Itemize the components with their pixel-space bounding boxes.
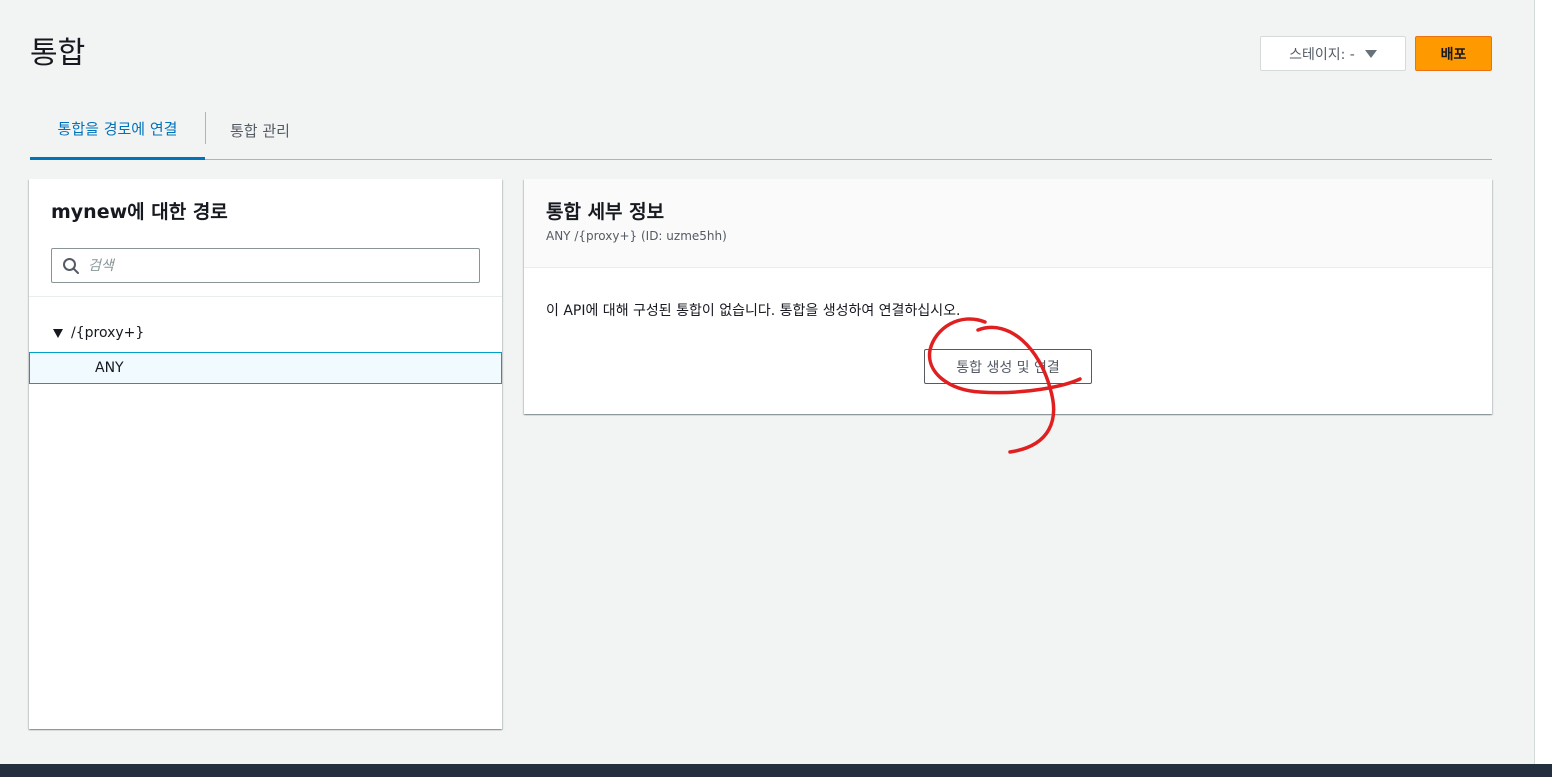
tab-attach-integration[interactable]: 통합을 경로에 연결 [30,100,205,160]
routes-panel-title: mynew에 대한 경로 [51,201,228,223]
console-footer [0,764,1552,777]
tab-manage-integrations[interactable]: 통합 관리 [230,100,290,160]
search-input[interactable] [88,257,448,274]
tab-divider [205,112,206,144]
route-search[interactable] [51,248,480,283]
stage-select[interactable]: 스테이지: - [1260,36,1406,71]
routes-panel: mynew에 대한 경로 /{proxy+} ANY [29,179,502,729]
stage-select-label: 스테이지: - [1289,46,1355,63]
caret-down-icon [1364,49,1377,58]
routes-panel-header: mynew에 대한 경로 [29,179,502,297]
integration-details-header: 통합 세부 정보 ANY /{proxy+} (ID: uzme5hh) [524,179,1492,268]
search-icon [63,257,79,274]
deploy-button[interactable]: 배포 [1415,36,1492,71]
window-right-edge [1534,0,1552,777]
route-method-any[interactable]: ANY [29,352,502,384]
empty-state-message: 이 API에 대해 구성된 통합이 없습니다. 통합을 생성하여 연결하십시오. [546,303,961,319]
integration-details-subtitle: ANY /{proxy+} (ID: uzme5hh) [546,229,727,243]
route-method-label: ANY [95,360,124,376]
integration-details-panel: 통합 세부 정보 ANY /{proxy+} (ID: uzme5hh) 이 A… [524,179,1492,414]
route-tree-node-proxy[interactable]: /{proxy+} [53,325,144,341]
tab-bar: 통합을 경로에 연결 통합 관리 [30,100,1492,160]
expand-caret-icon[interactable] [53,328,63,338]
page-title: 통합 [30,36,86,71]
integration-details-title: 통합 세부 정보 [546,201,665,223]
create-and-attach-button[interactable]: 통합 생성 및 연결 [924,349,1092,384]
route-path-label: /{proxy+} [71,325,145,341]
